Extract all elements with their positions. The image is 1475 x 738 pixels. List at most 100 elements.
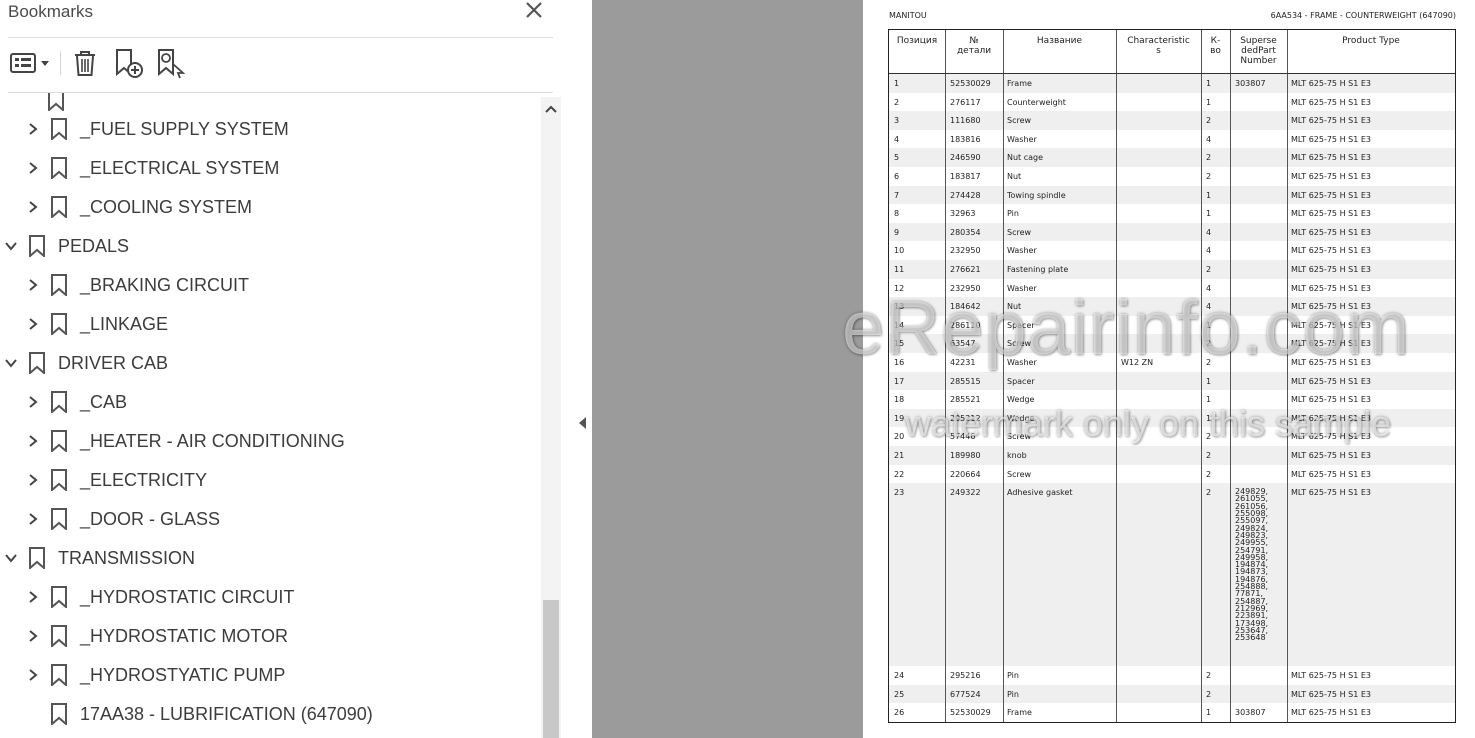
toolbar-divider [60, 51, 61, 75]
table-cell: 249829, 261055, 261056, 255098, 255097, … [1235, 487, 1269, 643]
table-cell: Pin [1007, 689, 1019, 699]
column-divider [1230, 30, 1231, 722]
table-cell: MLT 625-75 H S1 E3 [1291, 134, 1371, 144]
options-menu-icon[interactable] [8, 45, 52, 81]
chevron-right-icon[interactable] [26, 512, 40, 526]
table-cell: 2 [1206, 339, 1212, 349]
table-cell: 2 [1206, 671, 1212, 681]
bookmark-item[interactable]: PEDALS [0, 227, 540, 266]
table-cell: MLT 625-75 H S1 E3 [1291, 708, 1371, 718]
table-cell: knob [1007, 451, 1027, 460]
table-row: 5 246590 Nut cage 2 MLT 625-75 H S1 E3 [889, 148, 1455, 167]
table-cell: Washer [1007, 283, 1037, 293]
table-row: 8 32963 Pin 1 MLT 625-75 H S1 E3 [889, 204, 1455, 223]
bookmark-label: _HYDROSTATIC MOTOR [80, 626, 289, 646]
table-cell: MLT 625-75 H S1 E3 [1291, 671, 1371, 681]
table-cell: 1 [1206, 320, 1212, 330]
page-header-title: 6AA534 - FRAME - COUNTERWEIGHT (647090) [1270, 11, 1456, 20]
table-cell: 2 [894, 97, 900, 107]
close-icon[interactable] [524, 0, 544, 22]
bookmark-item[interactable]: _FUEL SUPPLY SYSTEM [0, 110, 540, 149]
chevron-down-icon[interactable] [4, 356, 18, 370]
find-bookmark-icon[interactable] [154, 45, 188, 81]
bookmark-item[interactable]: TRANSMISSION [0, 539, 540, 578]
table-row: 16 42231 Washer W12 ZN 2 MLT 625-75 H S1 E3 [889, 353, 1455, 372]
bookmark-icon [51, 430, 67, 452]
table-cell: MLT 625-75 H S1 E3 [1291, 190, 1371, 200]
table-cell: 295212 [950, 413, 981, 423]
table-cell: 25 [894, 689, 905, 699]
bookmark-item[interactable]: _HYDROSTYATIC PUMP [0, 656, 540, 695]
bookmark-item[interactable]: _HYDROSTATIC MOTOR [0, 617, 540, 656]
table-row: 6 183817 Nut 2 MLT 625-75 H S1 E3 [889, 167, 1455, 186]
table-cell: 24 [894, 671, 905, 681]
chevron-right-icon[interactable] [26, 395, 40, 409]
chevron-right-icon[interactable] [26, 200, 40, 214]
bookmark-item[interactable]: _COOLING SYSTEM [0, 188, 540, 227]
chevron-right-icon[interactable] [26, 161, 40, 175]
table-cell: 21 [894, 451, 905, 460]
table-cell: 26 [894, 708, 905, 718]
table-cell: 22 [894, 469, 905, 479]
column-divider [1287, 30, 1288, 722]
bookmark-label: _LINKAGE [80, 314, 169, 334]
table-cell: 7 [894, 190, 900, 200]
bookmark-item[interactable]: 17AA38 - LUBRIFICATION (647090) [0, 695, 540, 734]
bookmark-item[interactable]: _CAB [0, 383, 540, 422]
chevron-right-icon[interactable] [26, 122, 40, 136]
bookmark-item[interactable]: _ELECTRICAL SYSTEM [0, 149, 540, 188]
scroll-up-icon[interactable] [541, 98, 561, 120]
table-cell: MLT 625-75 H S1 E3 [1291, 79, 1371, 88]
chevron-right-icon[interactable] [26, 473, 40, 487]
table-cell: 246590 [950, 153, 981, 163]
add-bookmark-icon[interactable] [112, 45, 146, 81]
bookmark-label: _HEATER - AIR CONDITIONING [80, 431, 345, 451]
bookmarks-toolbar [8, 45, 553, 81]
table-cell: 2 [1206, 451, 1212, 460]
chevron-down-icon[interactable] [4, 551, 18, 565]
divider [8, 37, 553, 38]
bookmark-item[interactable]: DRIVER CAB [0, 344, 540, 383]
bookmark-label: _FUEL SUPPLY SYSTEM [80, 119, 289, 139]
trash-icon[interactable] [70, 45, 100, 81]
table-cell: 52530029 [950, 708, 991, 718]
chevron-right-icon[interactable] [26, 434, 40, 448]
bookmark-item[interactable]: _LINKAGE [0, 305, 540, 344]
table-cell: MLT 625-75 H S1 E3 [1291, 432, 1371, 442]
bookmark-item[interactable]: _ELECTRICITY [0, 461, 540, 500]
bookmark-item[interactable]: _HEATER - AIR CONDITIONING [0, 422, 540, 461]
chevron-right-icon[interactable] [26, 590, 40, 604]
chevron-down-icon[interactable] [4, 239, 18, 253]
table-row: 25 677524 Pin 2 MLT 625-75 H S1 E3 [889, 684, 1455, 704]
chevron-right-icon[interactable] [26, 317, 40, 331]
table-cell: Wedge [1007, 395, 1035, 405]
table-cell: 183817 [950, 172, 981, 181]
bookmark-item[interactable]: _BRAKING CIRCUIT [0, 266, 540, 305]
column-divider [1201, 30, 1202, 722]
table-cell: 1 [1206, 97, 1212, 107]
table-cell: Washer [1007, 246, 1037, 256]
chevron-right-icon[interactable] [26, 278, 40, 292]
collapse-panel-icon[interactable] [576, 415, 588, 431]
table-cell: 286110 [950, 320, 981, 330]
chevron-right-icon[interactable] [26, 629, 40, 643]
table-cell: 1 [1206, 376, 1212, 386]
table-cell: MLT 625-75 H S1 E3 [1291, 395, 1371, 405]
table-cell: W12 ZN [1121, 358, 1154, 367]
table-cell: MLT 625-75 H S1 E3 [1291, 488, 1371, 498]
scrollbar-thumb[interactable] [543, 600, 559, 738]
table-row: 13 184642 Nut 4 MLT 625-75 H S1 E3 [889, 297, 1455, 316]
table-cell: 4 [1206, 134, 1212, 144]
chevron-right-icon[interactable] [26, 668, 40, 682]
table-cell: 2 [1206, 265, 1212, 274]
bookmark-item[interactable]: _HYDROSTATIC CIRCUIT [0, 578, 540, 617]
table-cell: Wedge [1007, 413, 1035, 423]
table-cell: Pin [1007, 671, 1019, 681]
table-row: 11 276621 Fastening plate 2 MLT 625-75 H S1 … [889, 260, 1455, 279]
bookmark-item[interactable]: _DOOR - GLASS [0, 500, 540, 539]
table-cell: 183816 [950, 134, 981, 144]
bookmark-label: DRIVER CAB [58, 353, 169, 373]
table-cell: 303807 [1235, 708, 1266, 718]
bookmark-icon [29, 547, 45, 569]
pane-splitter[interactable] [570, 0, 592, 738]
